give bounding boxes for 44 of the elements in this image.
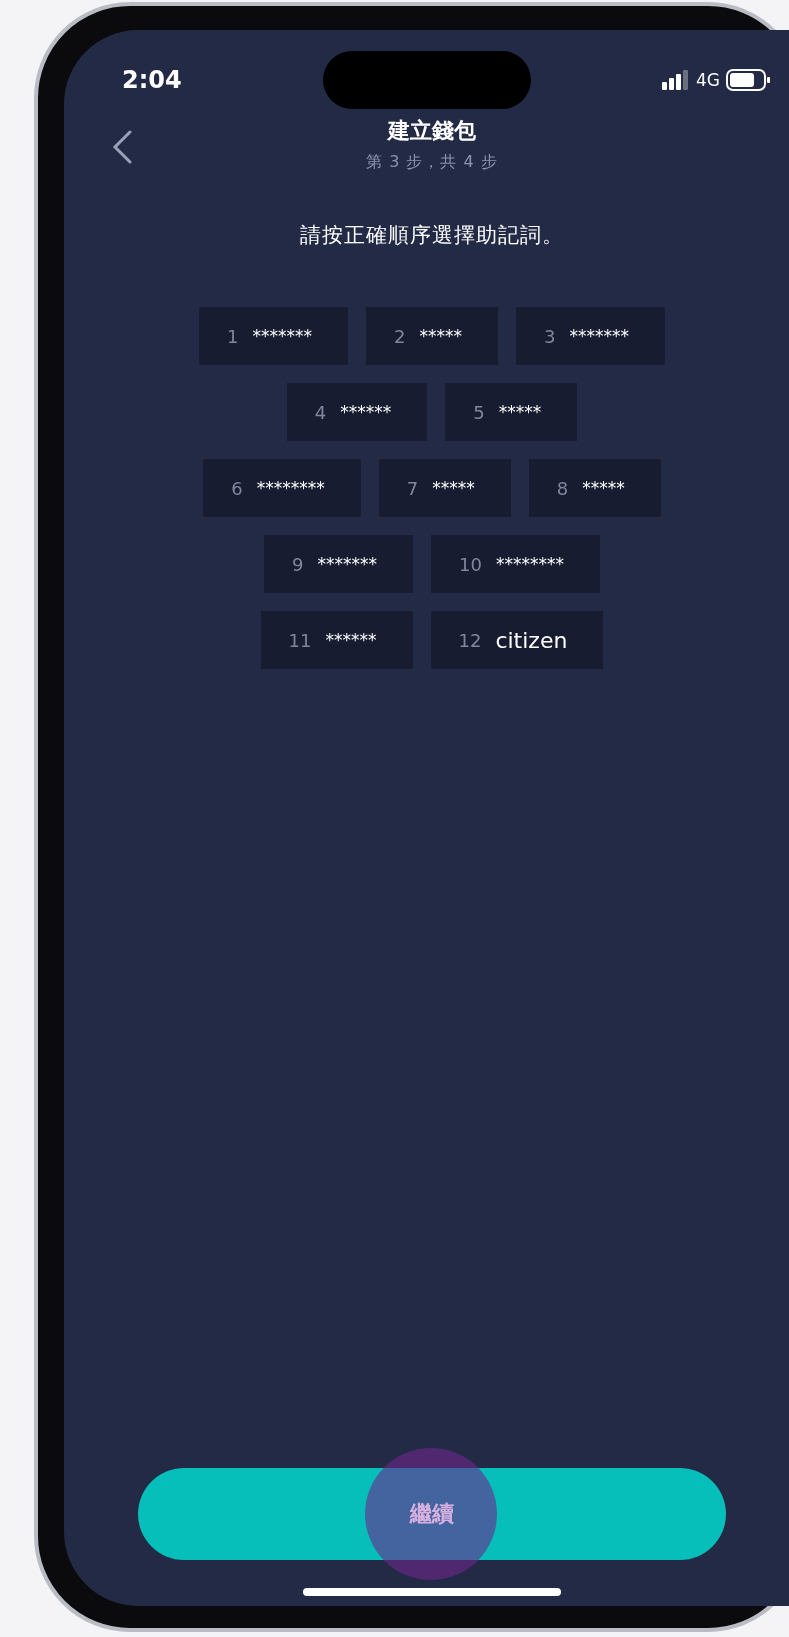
word-number: 9 (292, 553, 304, 575)
word-chip[interactable]: 3 ******* (515, 307, 665, 365)
page-title: 建立錢包 (388, 117, 476, 145)
status-time: 2:04 (122, 66, 182, 94)
masked-word: ****** (325, 630, 377, 650)
word-chip[interactable]: 7 ***** (378, 459, 511, 517)
masked-word: ****** (340, 402, 392, 422)
word-chip[interactable]: 5 ***** (445, 383, 578, 441)
word-number: 7 (406, 477, 419, 499)
word-number: 5 (473, 401, 485, 423)
word-number: 8 (556, 477, 569, 499)
battery-icon (726, 69, 770, 91)
word-number: 11 (288, 629, 312, 651)
word-chip[interactable]: 10 ******** (431, 535, 600, 593)
masked-word: ******** (495, 554, 564, 574)
masked-word: ***** (582, 478, 625, 498)
back-icon[interactable] (112, 130, 132, 164)
word-number: 10 (459, 553, 482, 575)
masked-word: ******* (252, 326, 312, 346)
word-number: 3 (543, 325, 556, 347)
word-chip[interactable]: 6 ******** (203, 459, 361, 517)
word-chip[interactable]: 11 ****** (260, 611, 413, 669)
signal-icon (662, 70, 690, 90)
instruction-text: 請按正確順序選擇助記詞。 (300, 222, 564, 249)
word-number: 2 (394, 325, 406, 347)
masked-word: ***** (432, 478, 475, 498)
word-number: 12 (458, 629, 482, 651)
masked-word: ******* (317, 554, 377, 574)
word-chip[interactable]: 1 ******* (199, 307, 348, 365)
masked-word: ***** (498, 402, 542, 422)
masked-word: ******* (569, 326, 629, 346)
word-number: 4 (314, 401, 327, 423)
step-indicator: 第 3 步，共 4 步 (366, 152, 498, 173)
word-text: citizen (495, 627, 568, 653)
word-number: 6 (231, 477, 243, 499)
network-label: 4G (696, 70, 720, 90)
word-chip[interactable]: 9 ******* (264, 535, 413, 593)
masked-word: ******** (256, 478, 325, 498)
word-chip[interactable]: 8 ***** (528, 459, 661, 517)
word-chip[interactable]: 2 ***** (366, 307, 498, 365)
masked-word: ***** (419, 326, 462, 346)
word-chip[interactable]: 12 citizen (430, 611, 604, 669)
word-chip[interactable]: 4 ****** (286, 383, 428, 441)
word-number: 1 (227, 325, 239, 347)
